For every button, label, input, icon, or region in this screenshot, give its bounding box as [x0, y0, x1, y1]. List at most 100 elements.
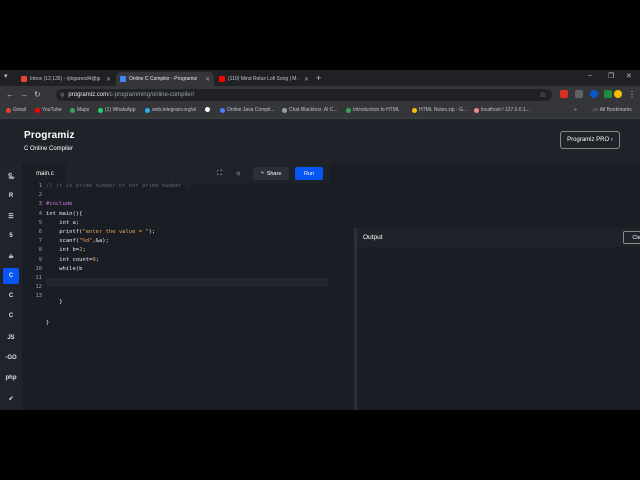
all-bookmarks-button[interactable]: ▭ All Bookmarks [593, 107, 632, 113]
programiz-page: Programiz C Online Compiler Programiz PR… [0, 119, 640, 410]
file-tab-main-c[interactable]: main.c [24, 164, 66, 183]
bookmark-whatsapp[interactable]: (1) WhatsApp [98, 107, 136, 113]
bookmark-localhost[interactable]: localhost / 127.0.0.1... [474, 107, 530, 113]
restore-button[interactable]: ❐ [608, 72, 614, 80]
bookmark-blackbox[interactable]: Chat Blackbox: AI C... [282, 107, 338, 113]
blackbox-icon [282, 107, 287, 113]
bookmark-telegram[interactable]: web.telegram.org/a/ [145, 107, 196, 113]
tab-programiz[interactable]: Online C Compiler - Programiz ✕ [116, 72, 214, 86]
reload-icon[interactable]: ↻ [34, 90, 41, 99]
javascript-icon[interactable]: JS [3, 330, 19, 346]
code-line: // it is prime number or not prime numbe… [46, 183, 192, 189]
language-sidebar: 🐍︎ R ☰ 5 ☕︎ C C C JS -GO php ➶ [0, 164, 22, 410]
clear-button[interactable]: Clear [623, 231, 640, 244]
bookmark-html-intro[interactable]: Introduction to HTML [346, 107, 400, 113]
code-line: int b=2; [46, 247, 86, 254]
code-line-current [46, 277, 328, 287]
extension-icon[interactable] [575, 90, 583, 98]
telegram-icon [145, 107, 150, 113]
code-line: int a; [46, 219, 80, 226]
extension-icon[interactable] [590, 90, 598, 98]
tab-strip: ▾ Inbox (12,135) - rjingaresd4@gmail... … [0, 70, 640, 86]
browser-toolbar: ← → ↻ ⚲ programiz.com/c-programming/onli… [0, 86, 640, 104]
folder-icon: ▭ [593, 107, 598, 113]
share-button[interactable]: ⤷ Share [253, 167, 289, 180]
output-label: Output [363, 234, 383, 241]
extension-icon[interactable] [604, 90, 612, 98]
share-icon: ⤷ [260, 170, 264, 176]
more-bookmarks-icon[interactable]: » [574, 107, 577, 113]
editor-toolbar: main.c ⛶ ☼ ⤷ Share Run [24, 164, 330, 183]
w3-icon [346, 107, 351, 113]
bookmarks-bar: Gmail YouTube Maps (1) WhatsApp web.tele… [0, 104, 640, 119]
theme-toggle-icon[interactable]: ☼ [233, 168, 244, 179]
php-icon[interactable]: php [3, 370, 19, 386]
c-icon[interactable]: C [3, 268, 19, 284]
fullscreen-icon[interactable]: ⛶ [214, 168, 225, 179]
bookmark-java-compiler[interactable]: Online Java Compil... [220, 107, 275, 113]
bookmark-youtube[interactable]: YouTube [35, 107, 62, 113]
go-icon[interactable]: -GO [3, 350, 19, 366]
java-icon[interactable]: ☕︎ [3, 248, 19, 264]
close-window-button[interactable]: ✕ [626, 72, 632, 80]
close-tab-icon[interactable]: ✕ [304, 76, 309, 83]
tab-youtube[interactable]: (110) Mind Relax Lofi Song | M... ✕ [215, 72, 313, 86]
browser-window: ▾ Inbox (12,135) - rjingaresd4@gmail... … [0, 70, 640, 410]
profile-avatar[interactable] [614, 90, 622, 98]
back-icon[interactable]: ← [6, 90, 14, 99]
close-tab-icon[interactable]: ✕ [205, 76, 210, 83]
close-tab-icon[interactable]: ✕ [106, 76, 111, 83]
gmail-icon [6, 107, 11, 113]
youtube-icon [219, 76, 225, 82]
bookmark-maps[interactable]: Maps [70, 107, 89, 113]
maps-icon [70, 107, 75, 113]
code-editor[interactable]: 1 2 3 4 5 6 7 8 9 10 11 12 13 // it is p… [24, 183, 640, 410]
output-header: Output Clear [357, 228, 640, 247]
code-line: } [46, 298, 63, 305]
cpp-icon[interactable]: C [3, 288, 19, 304]
new-tab-button[interactable]: + [316, 73, 321, 83]
output-panel [357, 247, 640, 410]
code-line: printf("enter the value = "); [46, 228, 156, 235]
swift-icon[interactable]: ➶ [3, 390, 19, 406]
html-icon[interactable]: 5 [3, 228, 19, 244]
youtube-icon [35, 107, 40, 113]
code-line: while(b } } [46, 266, 328, 326]
programiz-pro-button[interactable]: Programiz PRO › [560, 131, 620, 149]
run-button[interactable]: Run [295, 167, 323, 180]
bookmark-star-icon[interactable]: ☆ [540, 91, 546, 99]
tab-gmail[interactable]: Inbox (12,135) - rjingaresd4@gmail... ✕ [17, 72, 115, 86]
drive-icon [412, 107, 417, 113]
code-line: scanf("%d",&a); [46, 238, 109, 245]
globe-icon [205, 107, 210, 112]
line-numbers: 1 2 3 4 5 6 7 8 9 10 11 12 13 [35, 183, 42, 300]
csharp-icon[interactable]: C [3, 308, 19, 324]
bookmark-unnamed[interactable] [205, 107, 212, 112]
whatsapp-icon [98, 107, 103, 113]
phpmyadmin-icon [474, 107, 479, 113]
extension-icon[interactable] [560, 90, 568, 98]
minimize-button[interactable]: – [588, 72, 592, 79]
address-bar[interactable]: ⚲ programiz.com/c-programming/online-com… [56, 89, 552, 101]
code-line: int count=0; [46, 256, 99, 263]
programiz-logo[interactable]: Programiz [24, 130, 75, 141]
code-lines: // it is prime number or not prime numbe… [46, 183, 328, 326]
r-icon[interactable]: R [3, 188, 19, 204]
site-info-icon[interactable]: ⚲ [60, 92, 64, 99]
menu-icon[interactable]: ⋮ [628, 90, 636, 99]
page-title: C Online Compiler [24, 146, 74, 152]
python-icon[interactable]: 🐍︎ [3, 168, 19, 184]
tab-search-icon[interactable]: ▾ [4, 72, 8, 80]
code-line: int main(){ [46, 210, 83, 217]
code-line: } [46, 320, 50, 327]
code-line: #include [46, 201, 76, 208]
bookmark-gmail[interactable]: Gmail [6, 107, 26, 113]
site-header: Programiz C Online Compiler Programiz PR… [0, 119, 640, 164]
programiz-icon [220, 107, 225, 113]
bookmark-html-notes[interactable]: HTML Notes.zip - G... [412, 107, 467, 113]
sql-icon[interactable]: ☰ [3, 208, 19, 224]
programiz-icon [120, 76, 126, 82]
forward-icon[interactable]: → [20, 90, 28, 99]
gmail-icon [21, 76, 27, 82]
